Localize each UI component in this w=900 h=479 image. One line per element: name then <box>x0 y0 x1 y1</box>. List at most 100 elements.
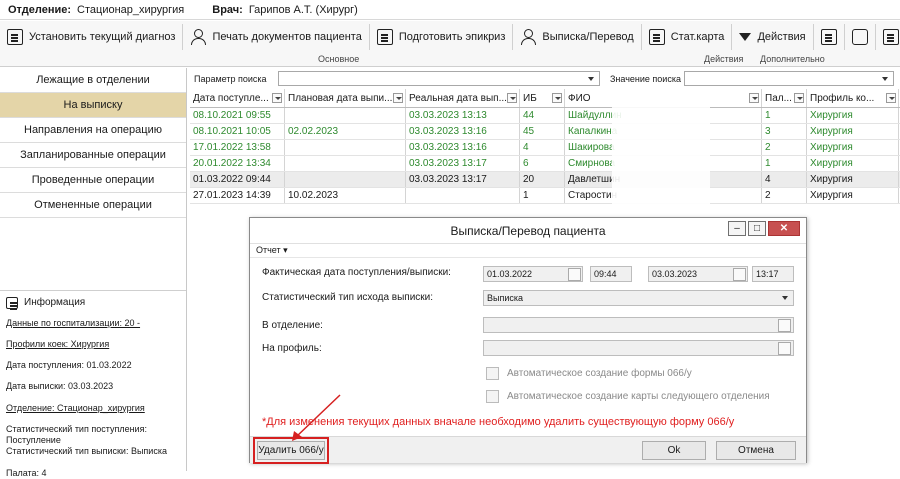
info-title: Информация <box>24 297 86 308</box>
col-admission-date[interactable]: Дата поступле... <box>190 89 285 107</box>
actions-button[interactable]: Действия <box>732 24 814 50</box>
table-cell: 1 <box>762 108 807 123</box>
filter-dropdown-icon[interactable] <box>749 93 759 103</box>
sidebar-item-completed-operations[interactable]: Проведенные операции <box>0 168 186 193</box>
close-button[interactable]: ✕ <box>768 221 800 236</box>
dialog-menu: Отчет ▾ <box>250 244 806 258</box>
group-actions-label: Действия <box>704 54 744 64</box>
auto-card-checkbox[interactable]: Автоматическое создание карты следующего… <box>486 390 770 403</box>
column-title: ИБ <box>523 92 537 104</box>
table-cell <box>406 188 520 203</box>
table-cell: Хирургия <box>807 156 899 171</box>
search-bar: Параметр поиска Значение поиска <box>190 70 900 87</box>
search-param-select[interactable] <box>278 71 600 86</box>
auto-066-checkbox[interactable]: Автоматическое создание формы 066/у <box>486 367 692 380</box>
to-profile-label: На профиль: <box>262 343 322 354</box>
col-ward[interactable]: Пал... <box>762 89 807 107</box>
cancel-button[interactable]: Отмена <box>716 441 796 460</box>
set-diagnosis-label: Установить текущий диагноз <box>29 31 176 43</box>
sidebar: Лежащие в отделении На выписку Направлен… <box>0 68 187 478</box>
calendar-icon[interactable] <box>733 268 746 281</box>
table-row[interactable]: 08.10.2021 09:55 03.03.2023 13:13 44 Шайдул… <box>190 108 900 124</box>
sidebar-item-label: Отмененные операции <box>34 199 152 211</box>
patient-print-icon <box>190 29 207 45</box>
admit-time-field[interactable]: 09:44 <box>590 266 632 282</box>
bed-profiles-link[interactable]: Профили коек: Хирургия <box>6 339 109 349</box>
filter-dropdown-icon[interactable] <box>507 93 517 103</box>
filter-dropdown-icon[interactable] <box>393 93 403 103</box>
col-ib[interactable]: ИБ <box>520 89 565 107</box>
binoculars-icon <box>851 29 868 45</box>
table-cell: 10.02.2023 <box>285 188 406 203</box>
to-profile-field[interactable] <box>483 340 794 356</box>
table-row[interactable]: 08.10.2021 10:05 02.02.2023 03.03.2023 13:… <box>190 124 900 140</box>
table-cell <box>285 172 406 187</box>
discharge-transfer-button[interactable]: Выписка/Перевод <box>513 24 642 50</box>
table-cell: 03.03.2023 13:17 <box>406 156 520 171</box>
extra-button-3[interactable] <box>876 24 900 50</box>
table-cell: 03.03.2023 13:16 <box>406 124 520 139</box>
discharge-icon <box>520 29 537 45</box>
stat-card-button[interactable]: Стат.карта <box>642 24 733 50</box>
discharge-time-field[interactable]: 13:17 <box>752 266 794 282</box>
table-cell: 1 <box>520 188 565 203</box>
search-value-input[interactable] <box>684 71 894 86</box>
minimize-button[interactable]: – <box>728 221 746 236</box>
to-dept-field[interactable] <box>483 317 794 333</box>
filter-dropdown-icon[interactable] <box>794 93 804 103</box>
sidebar-item-planned-operations[interactable]: Запланированные операции <box>0 143 186 168</box>
table-row[interactable]: 17.01.2022 13:58 03.03.2023 13:16 4 Шакиров… <box>190 140 900 156</box>
filter-dropdown-icon[interactable] <box>272 93 282 103</box>
prepare-epicrisis-button[interactable]: Подготовить эпикриз <box>370 24 514 50</box>
department-link[interactable]: Отделение: Стационар_хирургия <box>6 403 145 413</box>
maximize-button[interactable]: □ <box>748 221 766 236</box>
table-cell: 17.01.2022 13:58 <box>190 140 285 155</box>
print-documents-button[interactable]: Печать документов пациента <box>183 24 370 50</box>
col-real-discharge[interactable]: Реальная дата вып... <box>406 89 520 107</box>
table-cell <box>285 156 406 171</box>
col-bed-profile[interactable]: Профиль ко... <box>807 89 899 107</box>
table-cell: 44 <box>520 108 565 123</box>
ward-text: Палата: 4 <box>6 467 47 478</box>
epicrisis-icon <box>376 29 393 45</box>
search-value-label: Значение поиска <box>610 73 681 84</box>
sidebar-item-surgery-referrals[interactable]: Направления на операцию <box>0 118 186 143</box>
table-cell: 03.03.2023 13:13 <box>406 108 520 123</box>
filter-dropdown-icon[interactable] <box>552 93 562 103</box>
column-title: ФИО <box>568 92 591 104</box>
ok-button[interactable]: Ok <box>642 441 706 460</box>
hosp-data-link[interactable]: Данные по госпитализации: 20 - <box>6 318 140 328</box>
table-cell: 01.03.2022 09:44 <box>190 172 285 187</box>
sidebar-item-to-discharge[interactable]: На выписку <box>0 93 186 118</box>
table-cell: 20 <box>520 172 565 187</box>
set-diagnosis-button[interactable]: Установить текущий диагноз <box>0 24 184 50</box>
doctor-value: Гарипов А.Т. (Хирург) <box>248 3 358 16</box>
to-dept-label: В отделение: <box>262 320 323 331</box>
doctor-label: Врач: <box>212 3 243 16</box>
chevron-down-icon <box>739 33 752 41</box>
sidebar-item-in-department[interactable]: Лежащие в отделении <box>0 68 186 93</box>
table-cell: 4 <box>520 140 565 155</box>
info-panel: Информация Данные по госпитализации: 20 … <box>0 290 186 478</box>
table-row[interactable]: 01.03.2022 09:44 03.03.2023 13:17 20 Давлет… <box>190 172 900 188</box>
table-row[interactable]: 20.01.2022 13:34 03.03.2023 13:17 6 Смирнов… <box>190 156 900 172</box>
table-cell: 08.10.2021 09:55 <box>190 108 285 123</box>
column-title: Дата поступле... <box>193 92 269 104</box>
lookup-icon[interactable] <box>778 342 791 355</box>
lookup-icon[interactable] <box>778 319 791 332</box>
checkbox-icon <box>486 390 499 403</box>
table-cell: Хирургия <box>807 172 899 187</box>
col-planned-discharge[interactable]: Плановая дата выпи... <box>285 89 406 107</box>
calendar-icon[interactable] <box>568 268 581 281</box>
department-label: Отделение: <box>8 3 72 16</box>
extra-button-1[interactable] <box>814 24 845 50</box>
extra-button-2[interactable] <box>845 24 876 50</box>
table-cell <box>285 140 406 155</box>
filter-dropdown-icon[interactable] <box>886 93 896 103</box>
sidebar-item-cancelled-operations[interactable]: Отмененные операции <box>0 193 186 218</box>
admission-date-text: Дата поступления: 01.03.2022 <box>6 360 132 370</box>
menu-report[interactable]: Отчет ▾ <box>256 245 288 256</box>
stat-card-icon <box>648 29 665 45</box>
table-row[interactable]: 27.01.2023 14:39 10.02.2023 1 Старостин 2 Хир… <box>190 188 900 204</box>
stat-type-select[interactable]: Выписка <box>483 290 794 306</box>
